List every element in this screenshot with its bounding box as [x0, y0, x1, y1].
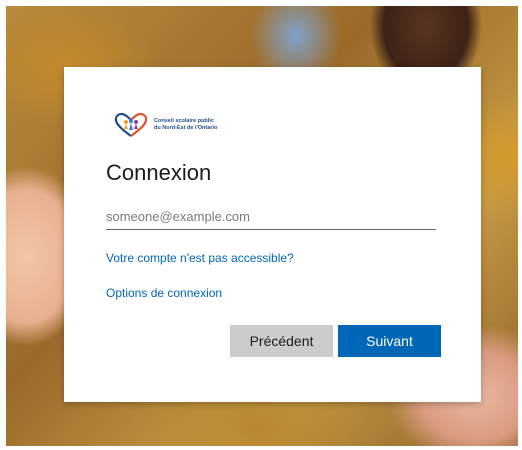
back-button[interactable]: Précédent — [230, 325, 333, 357]
page-title: Connexion — [106, 160, 212, 185]
cant-access-account-link[interactable]: Votre compte n'est pas accessible? — [106, 251, 294, 265]
organization-name: Conseil scolaire public du Nord-Est de l… — [154, 118, 217, 132]
signin-card: Conseil scolaire public du Nord-Est de l… — [64, 67, 481, 402]
organization-logo: Conseil scolaire public du Nord-Est de l… — [114, 112, 217, 138]
login-page: Conseil scolaire public du Nord-Est de l… — [6, 6, 518, 446]
organization-name-line2: du Nord-Est de l'Ontario — [154, 125, 218, 131]
next-button[interactable]: Suivant — [338, 325, 441, 357]
heart-family-logo-icon — [114, 112, 148, 137]
signin-options-link[interactable]: Options de connexion — [106, 286, 222, 300]
email-field[interactable] — [106, 203, 436, 230]
organization-name-line1: Conseil scolaire public — [154, 118, 214, 124]
